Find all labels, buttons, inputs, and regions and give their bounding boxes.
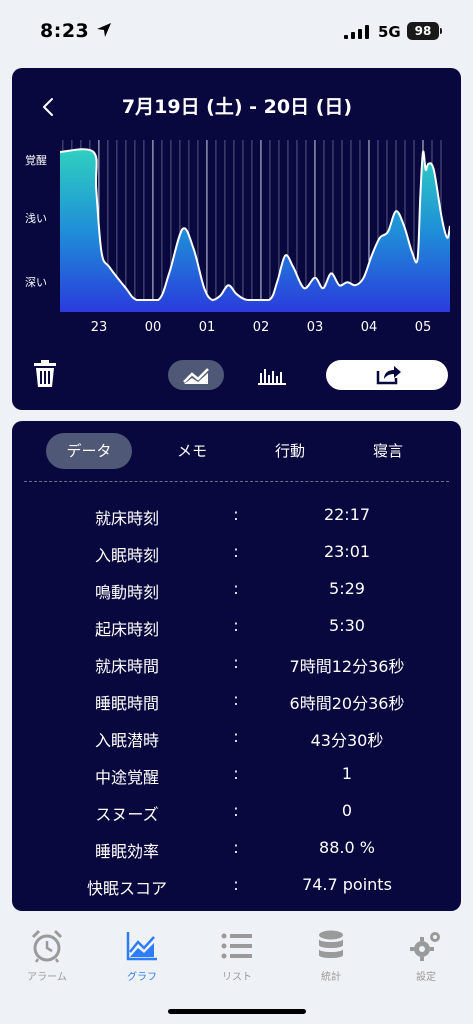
location-arrow-icon [97, 23, 111, 37]
stat-label: 入眠潜時 [94, 731, 159, 750]
stat-row: 睡眠時間: 6時間20分36秒 [12, 682, 461, 718]
sleep-graph-card: 7月19日 (土) - 20日 (日) 覚醒 浅い 深い 23 00 01 02… [12, 68, 461, 410]
cellular-signal-icon [344, 25, 369, 39]
nav-stats[interactable]: 統計 [291, 928, 371, 983]
nav-settings-label: 設定 [416, 972, 436, 983]
stat-separator: : [233, 801, 239, 820]
stat-row: スヌーズ: 0 [12, 793, 461, 829]
x-tick-01: 01 [198, 320, 216, 335]
stat-row: 入眠時刻: 23:01 [12, 534, 461, 570]
stat-separator: : [233, 653, 239, 672]
stat-label: 就床時刻 [94, 509, 159, 528]
stat-row: 睡眠効率: 88.0 % [12, 830, 461, 866]
stat-value: 1 [341, 764, 353, 783]
stat-value: 22:17 [323, 505, 371, 524]
stat-row: 中途覚醒: 1 [12, 756, 461, 792]
stat-separator: : [233, 875, 239, 894]
nav-list[interactable]: リスト [197, 928, 277, 983]
x-tick-05: 05 [414, 320, 432, 335]
list-icon [221, 933, 252, 959]
stat-label: 起床時刻 [94, 620, 159, 639]
stat-value: 5:29 [329, 579, 365, 598]
stat-value: 74.7 points [302, 875, 392, 894]
home-indicator [168, 1009, 306, 1014]
y-label-deep: 深い [25, 276, 47, 289]
stat-label: 就床時間 [94, 657, 159, 676]
stat-label: 快眠スコア [86, 879, 167, 898]
back-chevron-icon[interactable] [38, 96, 60, 118]
stat-separator: : [233, 838, 239, 857]
stat-row: 鳴動時刻: 5:29 [12, 571, 461, 607]
tab-divider [24, 481, 449, 482]
tab-memo[interactable]: メモ [152, 433, 232, 469]
stat-label: 入眠時刻 [94, 546, 159, 565]
gears-icon [410, 932, 440, 961]
stat-label: 睡眠効率 [94, 842, 159, 861]
x-tick-04: 04 [360, 320, 378, 335]
stat-value: 43分30秒 [310, 731, 384, 750]
trash-icon[interactable] [32, 360, 58, 388]
x-tick-03: 03 [306, 320, 324, 335]
nav-stats-label: 統計 [321, 972, 341, 983]
stat-value: 23:01 [323, 542, 371, 561]
stat-label: スヌーズ [95, 805, 159, 824]
alarm-clock-icon [31, 929, 63, 963]
stat-separator: : [233, 579, 239, 598]
stat-label: 鳴動時刻 [94, 583, 159, 602]
x-tick-02: 02 [252, 320, 270, 335]
nav-graph[interactable]: グラフ [102, 928, 182, 983]
stat-separator: : [233, 542, 239, 561]
stat-row: 就床時間: 7時間12分36秒 [12, 645, 461, 681]
stat-value: 5:30 [329, 616, 365, 635]
stat-separator: : [233, 690, 239, 709]
stat-row: 入眠潜時: 43分30秒 [12, 719, 461, 755]
graph-icon [126, 932, 157, 961]
share-icon [376, 366, 401, 385]
status-time: 8:23 [40, 20, 90, 42]
stat-separator: : [233, 727, 239, 746]
line-graph-toggle[interactable] [168, 360, 224, 390]
area-chart-icon [183, 368, 209, 384]
stat-label: 睡眠時間 [94, 694, 159, 713]
share-button[interactable] [326, 360, 448, 390]
y-label-light: 浅い [25, 212, 47, 225]
battery-indicator: 98 [407, 22, 439, 40]
x-tick-23: 23 [90, 320, 108, 335]
y-label-awake: 覚醒 [25, 154, 47, 167]
stat-separator: : [233, 764, 239, 783]
tab-sleep-talk[interactable]: 寝言 [348, 433, 428, 469]
stat-separator: : [233, 616, 239, 635]
sleep-area [60, 149, 450, 312]
tab-activity[interactable]: 行動 [250, 433, 330, 469]
stat-row: 起床時刻: 5:30 [12, 608, 461, 644]
stat-row: 就床時刻: 22:17 [12, 497, 461, 533]
status-bar: 8:23 5G 98 [0, 0, 473, 56]
date-range-title: 7月19日 (土) - 20日 (日) [121, 96, 353, 118]
stat-label: 中途覚醒 [94, 768, 159, 787]
nav-settings[interactable]: 設定 [386, 928, 466, 983]
nav-alarm-label: アラーム [27, 972, 67, 983]
x-tick-00: 00 [144, 320, 162, 335]
bar-chart-icon[interactable] [258, 365, 286, 385]
nav-list-label: リスト [222, 972, 252, 983]
stat-row: 快眠スコア: 74.7 points [12, 867, 461, 903]
nav-graph-label: グラフ [127, 972, 157, 983]
sleep-data-card: データ メモ 行動 寝言 就床時刻: 22:17 入眠時刻: 23:01 鳴動時刻:… [12, 421, 461, 911]
database-icon [319, 930, 343, 958]
stat-value: 6時間20分36秒 [289, 694, 405, 713]
network-type: 5G [378, 23, 401, 41]
stat-value: 7時間12分36秒 [289, 657, 405, 676]
tab-data[interactable]: データ [46, 433, 132, 469]
stat-value: 0 [341, 801, 353, 820]
stat-value: 88.0 % [319, 838, 375, 857]
battery-nub [440, 28, 442, 34]
nav-alarm[interactable]: アラーム [7, 928, 87, 983]
stat-separator: : [233, 505, 239, 524]
sleep-chart [60, 140, 450, 312]
